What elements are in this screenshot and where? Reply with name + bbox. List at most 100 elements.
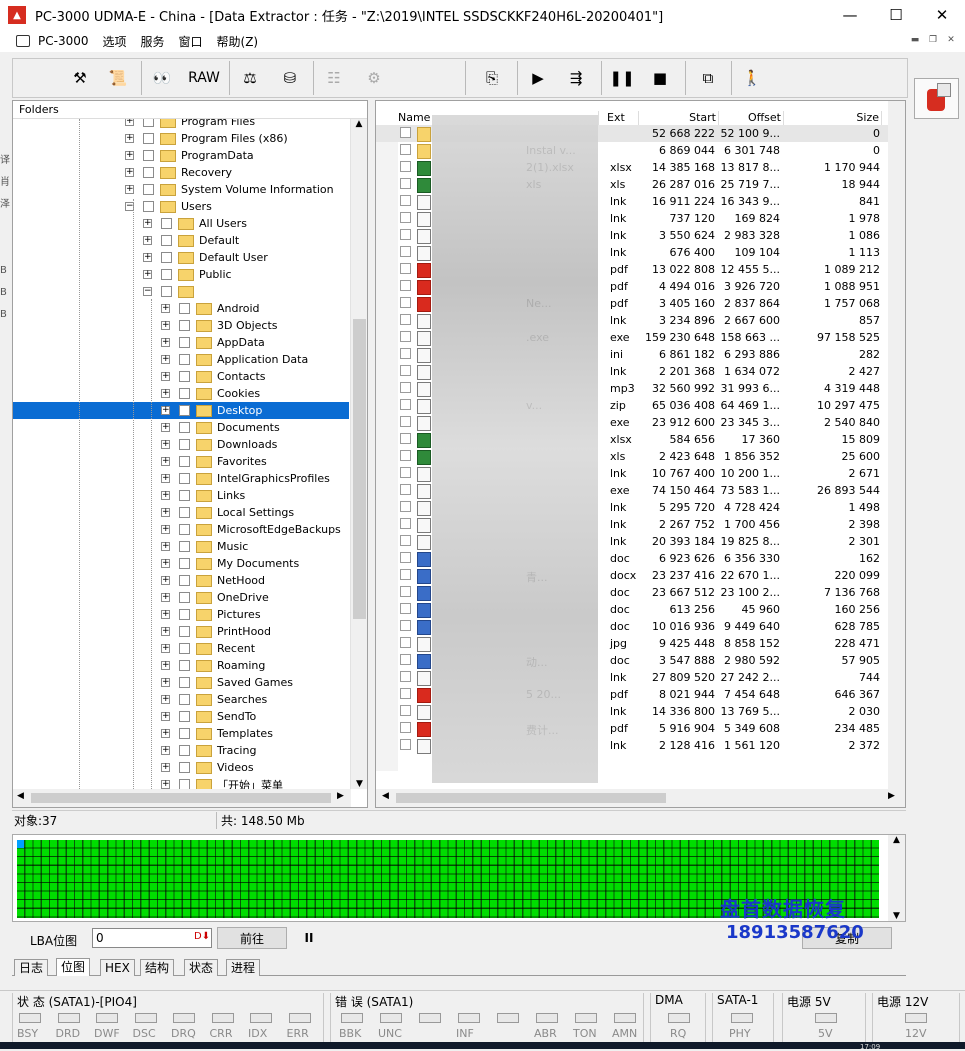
tree-checkbox[interactable] bbox=[179, 745, 190, 756]
scroll-right-icon[interactable]: ▶ bbox=[337, 791, 344, 801]
expand-icon[interactable]: + bbox=[143, 270, 152, 279]
expand-icon[interactable]: + bbox=[161, 440, 170, 449]
expand-icon[interactable]: + bbox=[161, 355, 170, 364]
tree-checkbox[interactable] bbox=[179, 422, 190, 433]
tree-checkbox[interactable] bbox=[179, 354, 190, 365]
col-ext[interactable]: Ext bbox=[599, 111, 639, 126]
tree-item[interactable]: + Recovery bbox=[125, 164, 232, 181]
tree-item[interactable]: + Templates bbox=[161, 725, 273, 742]
tab-bitmap[interactable]: 位图 bbox=[56, 958, 91, 976]
tree-checkbox[interactable] bbox=[179, 524, 190, 535]
tree-item[interactable]: + ProgramData bbox=[125, 147, 254, 164]
tree-item[interactable]: + Public bbox=[143, 266, 232, 283]
tree-item[interactable]: + Videos bbox=[161, 759, 254, 776]
expand-icon[interactable]: + bbox=[161, 576, 170, 585]
expand-icon[interactable]: + bbox=[125, 168, 134, 177]
file-checkbox[interactable] bbox=[400, 484, 411, 495]
tree-checkbox[interactable] bbox=[179, 575, 190, 586]
tree-checkbox[interactable] bbox=[179, 643, 190, 654]
tab-structure[interactable]: 结构 bbox=[140, 959, 175, 976]
scroll-thumb-h[interactable] bbox=[396, 793, 666, 803]
file-checkbox[interactable] bbox=[400, 501, 411, 512]
expand-icon[interactable]: + bbox=[161, 559, 170, 568]
file-checkbox[interactable] bbox=[400, 246, 411, 257]
tree-item[interactable]: + Contacts bbox=[161, 368, 266, 385]
scroll-icon[interactable]: 📜 bbox=[103, 63, 133, 93]
lba-jump-icon[interactable]: D⬇ bbox=[194, 931, 210, 942]
tree-item[interactable]: + Android bbox=[161, 300, 260, 317]
expand-icon[interactable]: + bbox=[161, 678, 170, 687]
tree-item[interactable]: + Documents bbox=[161, 419, 280, 436]
maximize-icon[interactable]: ☐ bbox=[873, 0, 919, 30]
pause-icon[interactable]: ❚❚ bbox=[607, 63, 637, 93]
tree-item[interactable]: + Desktop bbox=[13, 402, 349, 419]
file-checkbox[interactable] bbox=[400, 382, 411, 393]
disk-icon[interactable]: ⛁ bbox=[275, 63, 305, 93]
tree-item[interactable]: + Application Data bbox=[161, 351, 308, 368]
expand-icon[interactable]: + bbox=[161, 321, 170, 330]
tree-checkbox[interactable] bbox=[179, 507, 190, 518]
tree-item[interactable]: − bbox=[143, 283, 199, 300]
file-checkbox[interactable] bbox=[400, 620, 411, 631]
tree-checkbox[interactable] bbox=[179, 490, 190, 501]
tree-checkbox[interactable] bbox=[179, 405, 190, 416]
file-checkbox[interactable] bbox=[400, 722, 411, 733]
expand-icon[interactable]: + bbox=[125, 119, 134, 126]
file-checkbox[interactable] bbox=[400, 654, 411, 665]
tree-checkbox[interactable] bbox=[161, 218, 172, 229]
file-checkbox[interactable] bbox=[400, 161, 411, 172]
menu-service[interactable]: 服务 bbox=[141, 33, 165, 50]
tab-process[interactable]: 进程 bbox=[226, 959, 261, 976]
file-checkbox[interactable] bbox=[400, 212, 411, 223]
tree-item[interactable]: + Default bbox=[143, 232, 239, 249]
files-vscroll[interactable] bbox=[888, 101, 905, 791]
expand-icon[interactable]: + bbox=[161, 525, 170, 534]
tree-item[interactable]: + Program Files bbox=[125, 119, 255, 130]
expand-icon[interactable]: + bbox=[161, 746, 170, 755]
tree-item[interactable]: + Local Settings bbox=[161, 504, 294, 521]
scroll-left-icon[interactable]: ◀ bbox=[382, 791, 389, 801]
menu-window[interactable]: 窗口 bbox=[179, 33, 203, 50]
tree-item[interactable]: + Default User bbox=[143, 249, 268, 266]
file-checkbox[interactable] bbox=[400, 552, 411, 563]
file-checkbox[interactable] bbox=[400, 348, 411, 359]
expand-icon[interactable]: + bbox=[161, 763, 170, 772]
expand-icon[interactable]: + bbox=[161, 372, 170, 381]
expand-icon[interactable]: + bbox=[161, 304, 170, 313]
expand-icon[interactable]: + bbox=[161, 593, 170, 602]
tree-item[interactable]: + MicrosoftEdgeBackups bbox=[161, 521, 341, 538]
tree-checkbox[interactable] bbox=[161, 252, 172, 263]
expand-icon[interactable]: + bbox=[161, 389, 170, 398]
scroll-down-icon[interactable]: ▼ bbox=[888, 911, 905, 921]
tree-item[interactable]: + Downloads bbox=[161, 436, 277, 453]
file-checkbox[interactable] bbox=[400, 195, 411, 206]
tree-item[interactable]: + Links bbox=[161, 487, 245, 504]
tree-checkbox[interactable] bbox=[179, 728, 190, 739]
file-checkbox[interactable] bbox=[400, 637, 411, 648]
menu-options[interactable]: 选项 bbox=[102, 33, 126, 50]
tree-item[interactable]: + My Documents bbox=[161, 555, 299, 572]
file-checkbox[interactable] bbox=[400, 229, 411, 240]
expand-icon[interactable]: + bbox=[125, 151, 134, 160]
tree-checkbox[interactable] bbox=[179, 694, 190, 705]
expand-icon[interactable]: + bbox=[143, 236, 152, 245]
tree-checkbox[interactable] bbox=[179, 609, 190, 620]
tree-checkbox[interactable] bbox=[179, 473, 190, 484]
files-hscroll[interactable]: ◀ ▶ bbox=[376, 789, 905, 807]
expand-icon[interactable]: + bbox=[161, 338, 170, 347]
file-checkbox[interactable] bbox=[400, 178, 411, 189]
file-checkbox[interactable] bbox=[400, 365, 411, 376]
exit-icon[interactable]: 🚶 bbox=[737, 63, 767, 93]
tree-checkbox[interactable] bbox=[143, 133, 154, 144]
file-checkbox[interactable] bbox=[400, 467, 411, 478]
file-checkbox[interactable] bbox=[400, 688, 411, 699]
tree-item[interactable]: + Saved Games bbox=[161, 674, 293, 691]
scroll-up-icon[interactable]: ▲ bbox=[888, 835, 905, 845]
tree-item[interactable]: + Roaming bbox=[161, 657, 265, 674]
expand-icon[interactable]: + bbox=[161, 491, 170, 500]
tree-item[interactable]: − Users bbox=[125, 198, 212, 215]
tree-checkbox[interactable] bbox=[179, 677, 190, 688]
scroll-up-icon[interactable]: ▲ bbox=[351, 119, 367, 129]
minimize-icon[interactable]: — bbox=[827, 0, 873, 30]
scroll-left-icon[interactable]: ◀ bbox=[17, 791, 24, 801]
